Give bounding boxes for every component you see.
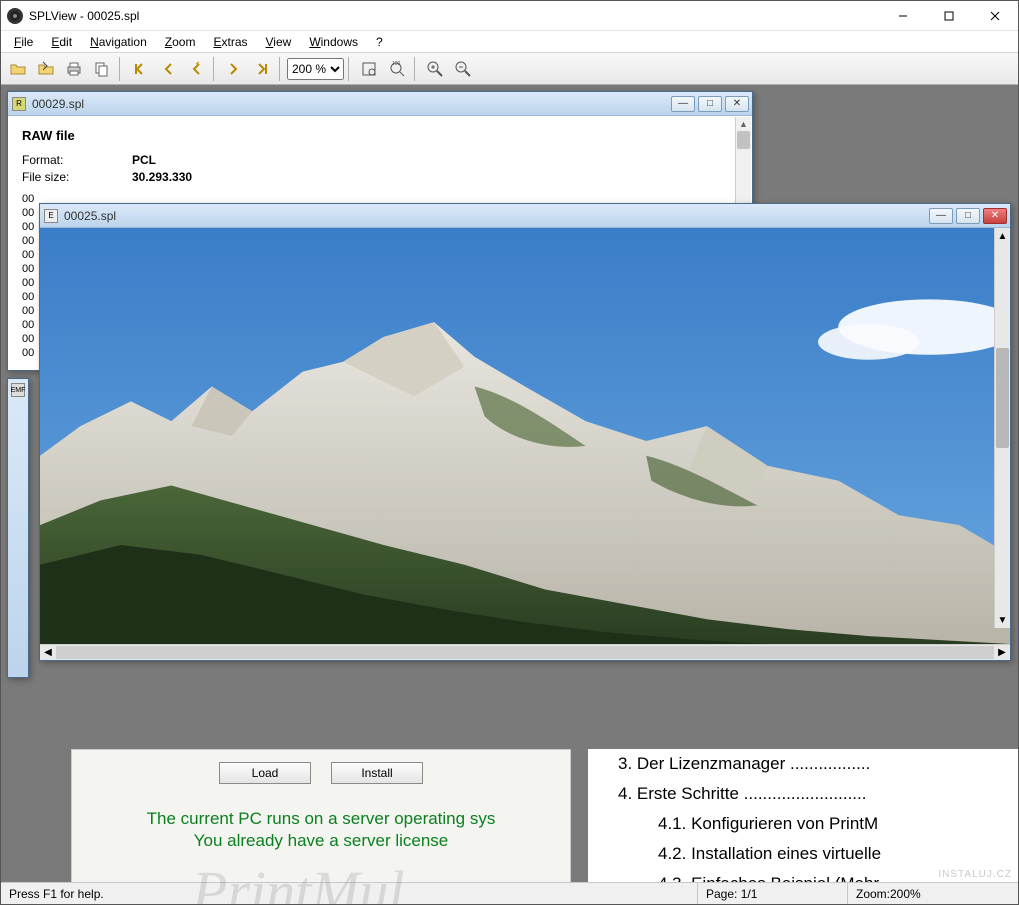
menu-windows[interactable]: Windows [300,33,367,51]
raw-heading: RAW file [22,128,738,143]
statusbar: Press F1 for help. Page: 1/1 Zoom:200% [1,882,1018,904]
scroll-thumb[interactable] [996,348,1009,448]
license-panel: Load Install PrintMul The current PC run… [71,749,571,904]
status-page: Page: 1/1 [698,883,848,904]
image-hscrollbar[interactable]: ◀ ▶ [40,644,1010,660]
zoom-100-icon[interactable]: 100 [384,56,410,82]
image-titlebar[interactable]: E 00025.spl — □ ✕ [40,204,1010,228]
copy-icon[interactable] [89,56,115,82]
app-title: SPLView - 00025.spl [29,9,880,23]
raw-minimize-button[interactable]: — [671,96,695,112]
first-page-icon[interactable] [127,56,153,82]
raw-title: 00029.spl [32,97,671,111]
app-icon [7,8,23,24]
status-help: Press F1 for help. [1,883,698,904]
prev-page-icon[interactable] [155,56,181,82]
toolbar: 200 % 100 [1,53,1018,85]
image-viewport[interactable]: ▲ ▼ [40,228,1010,644]
raw-titlebar[interactable]: R 00029.spl — □ ✕ [8,92,752,116]
svg-text:100: 100 [392,61,401,67]
status-zoom: Zoom:200% [848,883,1018,904]
image-vscrollbar[interactable]: ▲ ▼ [994,228,1010,628]
image-title: 00025.spl [64,209,929,223]
image-close-button[interactable]: ✕ [983,208,1007,224]
emf-icon: EMF [11,383,25,397]
site-watermark: INSTALUJ.CZ [938,869,1012,880]
next-page-icon[interactable] [221,56,247,82]
image-minimize-button[interactable]: — [929,208,953,224]
scroll-thumb[interactable] [737,131,750,149]
mdi-window-sliver[interactable]: EMF [7,378,29,678]
raw-close-button[interactable]: ✕ [725,96,749,112]
toc-item: 4. Erste Schritte ......................… [618,779,1018,809]
scroll-right-icon[interactable]: ▶ [994,645,1010,660]
menu-navigation[interactable]: Navigation [81,33,156,51]
minimize-button[interactable] [880,1,926,30]
filesize-value: 30.293.330 [132,170,192,184]
menu-zoom[interactable]: Zoom [156,33,205,51]
menubar: File Edit Navigation Zoom Extras View Wi… [1,31,1018,53]
format-value: PCL [132,153,156,167]
titlebar: SPLView - 00025.spl [1,1,1018,31]
license-message: The current PC runs on a server operatin… [80,808,562,852]
toc-item: 3. Der Lizenzmanager ................. [618,749,1018,779]
raw-file-icon: R [12,97,26,111]
install-button[interactable]: Install [331,762,423,784]
scroll-track[interactable] [56,646,994,659]
fit-page-icon[interactable] [356,56,382,82]
menu-extras[interactable]: Extras [204,33,256,51]
toc-item: 4.2. Installation eines virtuelle [658,839,1018,869]
image-window: E 00025.spl — □ ✕ [39,203,1011,661]
document-toc: 3. Der Lizenzmanager ................. 4… [588,749,1018,904]
menu-help[interactable]: ? [367,33,392,51]
menu-file[interactable]: File [5,33,42,51]
menu-view[interactable]: View [257,33,301,51]
main-window: SPLView - 00025.spl File Edit Navigation… [0,0,1019,905]
print-icon[interactable] [61,56,87,82]
zoom-select[interactable]: 200 % [287,58,344,80]
scroll-down-icon[interactable]: ▼ [995,612,1010,628]
scroll-up-icon[interactable]: ▲ [995,228,1010,244]
hex-column: 000000000000000000000000 [22,192,34,360]
raw-maximize-button[interactable]: □ [698,96,722,112]
maximize-button[interactable] [926,1,972,30]
last-page-icon[interactable] [249,56,275,82]
image-maximize-button[interactable]: □ [956,208,980,224]
emf-file-icon: E [44,209,58,223]
scroll-up-icon[interactable]: ▲ [736,117,751,131]
toc-item: 4.1. Konfigurieren von PrintM [658,809,1018,839]
format-label: Format: [22,153,132,167]
load-button[interactable]: Load [219,762,311,784]
prev-up-icon[interactable] [183,56,209,82]
close-button[interactable] [972,1,1018,30]
mountain-image [40,228,1010,644]
open-folder-icon[interactable] [5,56,31,82]
zoom-in-icon[interactable] [422,56,448,82]
filesize-label: File size: [22,170,132,184]
menu-edit[interactable]: Edit [42,33,81,51]
mdi-area: Load Install PrintMul The current PC run… [1,85,1018,904]
open-file-icon[interactable] [33,56,59,82]
scroll-left-icon[interactable]: ◀ [40,645,56,660]
zoom-out-icon[interactable] [450,56,476,82]
